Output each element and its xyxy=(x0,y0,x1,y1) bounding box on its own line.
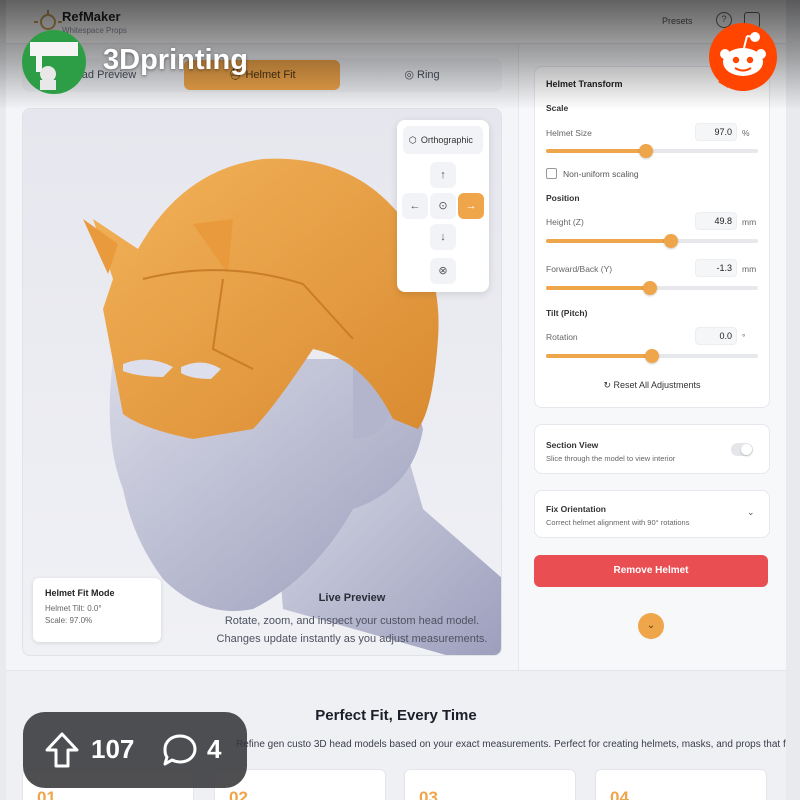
subreddit-name[interactable]: 3Dprinting xyxy=(103,44,248,77)
arrow-right-icon[interactable]: → xyxy=(458,193,484,219)
position-heading: Position xyxy=(546,193,580,203)
helmet-size-slider[interactable] xyxy=(546,144,758,158)
tab-ring[interactable]: ◎ Ring xyxy=(344,60,500,90)
helmet-size-unit: % xyxy=(742,128,750,138)
slider-thumb[interactable] xyxy=(642,281,657,295)
rotation-slider[interactable] xyxy=(546,349,758,363)
card-number: 02 xyxy=(229,788,248,800)
reddit-logo-icon xyxy=(709,23,777,91)
helmet-transform-panel: Helmet Transform Scale Helmet Size 97.0 … xyxy=(534,66,770,408)
center-view-icon[interactable]: ⊙ xyxy=(430,193,456,219)
tab-label: Ring xyxy=(417,69,440,81)
scroll-down-icon[interactable]: ⌄ xyxy=(638,613,664,639)
forward-back-input[interactable]: -1.3 xyxy=(695,259,737,277)
comment-icon[interactable] xyxy=(161,731,199,769)
reset-view-icon[interactable]: ⊗ xyxy=(430,258,456,284)
card-number: 01 xyxy=(37,788,56,800)
ring-icon: ◎ xyxy=(404,69,418,81)
mode-tabs: Head Preview ⛑ Helmet Fit ◎ Ring xyxy=(22,58,502,92)
slider-fill xyxy=(546,286,650,290)
slider-thumb[interactable] xyxy=(638,144,653,158)
slider-thumb[interactable] xyxy=(664,234,679,248)
app-window: RefMaker Whitespace Props Presets ? Head… xyxy=(6,0,786,800)
presets-link[interactable]: Presets xyxy=(662,16,693,26)
tab-label: Helmet Fit xyxy=(245,69,296,81)
feature-card: 04 xyxy=(595,769,767,800)
slider-fill xyxy=(546,149,646,153)
slider-thumb[interactable] xyxy=(645,349,659,363)
section-view-title: Section View xyxy=(546,440,599,450)
section-view-desc: Slice through the model to view interior xyxy=(546,454,676,463)
cube-icon: ⬡ xyxy=(409,135,417,145)
forward-back-slider[interactable] xyxy=(546,281,758,295)
chevron-down-icon: ⌄ xyxy=(747,507,755,517)
brand-name: RefMaker xyxy=(62,9,121,24)
rotation-label: Rotation xyxy=(546,332,578,342)
arrow-left-icon[interactable]: ← xyxy=(402,193,428,219)
comment-count: 4 xyxy=(207,734,222,764)
card-number: 04 xyxy=(610,788,629,800)
upvote-icon[interactable] xyxy=(43,731,81,769)
section-view-toggle[interactable] xyxy=(731,443,753,456)
top-bar: RefMaker Whitespace Props Presets ? xyxy=(6,0,786,44)
view-controls: ⬡ Orthographic ↑ ← ⊙ → ↓ ⊗ xyxy=(397,120,489,292)
height-slider[interactable] xyxy=(546,234,758,248)
brand-subtitle: Whitespace Props xyxy=(62,26,127,35)
fit-tilt-readout: Helmet Tilt: 0.0° xyxy=(45,604,102,613)
arrow-down-icon[interactable]: ↓ xyxy=(430,224,456,250)
height-unit: mm xyxy=(742,217,757,227)
orthographic-toggle[interactable]: ⬡ Orthographic xyxy=(403,126,483,154)
fix-orientation-panel[interactable]: Fix Orientation Correct helmet alignment… xyxy=(534,490,770,538)
rotation-input[interactable]: 0.0 xyxy=(695,327,737,345)
scale-heading: Scale xyxy=(546,103,569,113)
reset-label: Reset All Adjustments xyxy=(613,380,701,390)
helmet-size-input[interactable]: 97.0 xyxy=(695,123,737,141)
height-label: Height (Z) xyxy=(546,217,584,227)
slider-fill xyxy=(546,239,672,243)
toggle-knob xyxy=(741,444,752,455)
nonuniform-label: Non-uniform scaling xyxy=(563,169,639,179)
section-view-panel: Section View Slice through the model to … xyxy=(534,424,770,474)
forward-back-label: Forward/Back (Y) xyxy=(546,264,613,274)
subreddit-avatar[interactable] xyxy=(22,30,86,94)
fix-orientation-desc: Correct helmet alignment with 90° rotati… xyxy=(546,518,690,527)
height-input[interactable]: 49.8 xyxy=(695,212,737,230)
vote-comment-pill: 107 4 xyxy=(23,712,247,788)
slider-fill xyxy=(546,354,652,358)
helmet-size-label: Helmet Size xyxy=(546,128,592,138)
remove-helmet-button[interactable]: Remove Helmet xyxy=(534,555,768,587)
rotation-unit: ° xyxy=(742,332,746,342)
tilt-heading: Tilt (Pitch) xyxy=(546,308,588,318)
forward-back-unit: mm xyxy=(742,264,757,274)
landing-desc: Refine gen custo 3D head models based on… xyxy=(236,739,786,750)
reset-adjustments-button[interactable]: ↻ Reset All Adjustments xyxy=(535,380,769,391)
reset-icon: ↻ xyxy=(603,380,614,390)
arrow-up-icon[interactable]: ↑ xyxy=(430,162,456,188)
panel-title: Helmet Transform xyxy=(546,79,623,89)
feature-card: 03 xyxy=(404,769,576,800)
subreddit-icon xyxy=(30,42,78,90)
fix-orientation-title: Fix Orientation xyxy=(546,504,606,514)
card-number: 03 xyxy=(419,788,438,800)
upvote-count: 107 xyxy=(91,734,135,764)
view-mode-label: Orthographic xyxy=(420,135,473,145)
nonuniform-checkbox[interactable] xyxy=(546,168,557,179)
